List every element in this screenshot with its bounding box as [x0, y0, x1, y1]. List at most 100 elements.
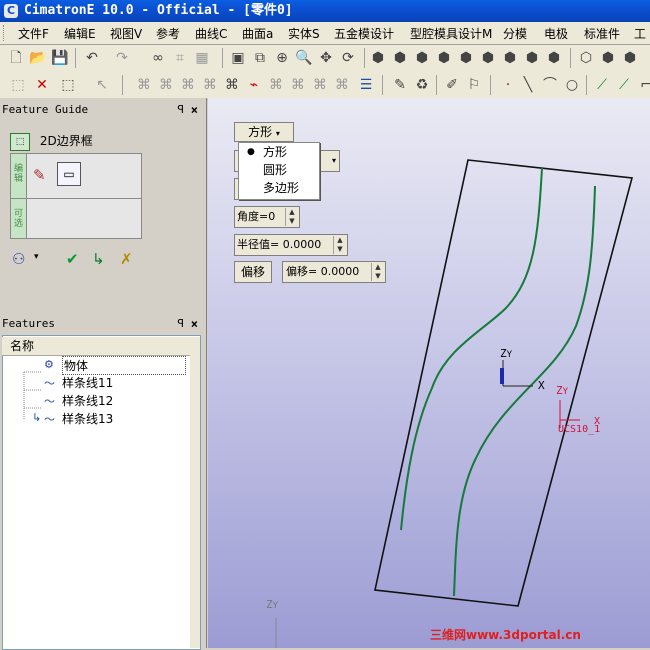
tree-item-spline-13[interactable]: 样条线13	[62, 410, 113, 427]
view-iso-icon[interactable]: ⬢	[368, 48, 388, 68]
filter-7-icon[interactable]: ⌘	[266, 75, 286, 95]
view-top-icon[interactable]: ⬢	[412, 48, 432, 68]
rotate-icon[interactable]: ⟳	[338, 48, 358, 68]
zoom-window-icon[interactable]: ⧉	[250, 48, 270, 68]
next-icon[interactable]: ↳	[92, 250, 105, 268]
filter-5-icon[interactable]: ⌘	[222, 75, 242, 95]
offset-spinner[interactable]: ▲ ▼	[371, 263, 384, 281]
check-icon[interactable]: ✔	[66, 250, 79, 268]
pin-icon[interactable]: ꟼ	[177, 101, 184, 119]
tree-item-spline-11[interactable]: 样条线11	[62, 374, 113, 391]
vertical-scrollbar[interactable]	[190, 337, 200, 648]
point-icon[interactable]: ·	[498, 75, 518, 95]
filter-6-icon[interactable]: ⌁	[244, 75, 264, 95]
radius-field[interactable]: 半径值= 0.0000 ▲ ▼	[234, 234, 348, 256]
pointer-icon[interactable]: ↖	[92, 75, 112, 95]
zoom-all-icon[interactable]: ▣	[228, 48, 248, 68]
close-icon[interactable]: ×	[191, 101, 198, 119]
menu-edit[interactable]: 编辑E	[64, 25, 96, 42]
menu-view[interactable]: 视图V	[110, 25, 142, 42]
filter-3-icon[interactable]: ⌘	[178, 75, 198, 95]
filter-8-icon[interactable]: ⌘	[288, 75, 308, 95]
view-user-icon[interactable]: ⬢	[544, 48, 564, 68]
spline-11[interactable]	[400, 167, 543, 531]
spline-icon[interactable]: ⟋	[592, 75, 612, 95]
view-right-icon[interactable]: ⬢	[434, 48, 454, 68]
menu-mold-design[interactable]: 型腔模具设计M	[410, 25, 492, 42]
new-icon[interactable]: 🗋	[6, 48, 26, 68]
filter-2-icon[interactable]: ⌘	[156, 75, 176, 95]
tree-item-body[interactable]: 物体	[62, 356, 186, 375]
apply-icon[interactable]: ⚇	[12, 250, 25, 268]
view-front-icon[interactable]: ⬢	[390, 48, 410, 68]
menu-surface[interactable]: 曲面a	[242, 25, 273, 42]
separator	[570, 48, 571, 68]
link-icon[interactable]: ∞	[148, 48, 168, 68]
option-circle[interactable]: 圆形	[239, 161, 319, 179]
graphics-viewport[interactable]: ZY X ZY X UCS10_1 ZY 方形 ▾ ▾ 角度=0 ▲ ▼ 半径值=…	[208, 98, 650, 648]
window-select-icon[interactable]: ▭	[57, 162, 81, 186]
tool-a-icon[interactable]: ✎	[390, 75, 410, 95]
menu-curve[interactable]: 曲线C	[195, 25, 227, 42]
option-polygon[interactable]: 多边形	[239, 179, 319, 197]
circle-icon[interactable]: ○	[562, 75, 582, 95]
menu-tools[interactable]: 工	[634, 25, 646, 42]
view-bottom-icon[interactable]: ⬢	[478, 48, 498, 68]
menu-solid[interactable]: 实体S	[288, 25, 320, 42]
flag-icon[interactable]: ⚐	[464, 75, 484, 95]
shape-dropdown[interactable]: 方形 ▾	[234, 122, 294, 142]
spline-12[interactable]	[453, 185, 596, 597]
pick-object-icon[interactable]: ✎	[33, 166, 46, 184]
hidden-icon[interactable]: ⬢	[620, 48, 640, 68]
rollback-marker-icon[interactable]: ↳	[32, 411, 41, 424]
feature-icon[interactable]: ⬚	[8, 75, 28, 95]
radius-spinner[interactable]: ▲ ▼	[333, 236, 346, 254]
menu-electrode[interactable]: 电极	[544, 25, 568, 42]
separator	[382, 75, 383, 95]
more-icon[interactable]: ⌐	[636, 75, 650, 95]
save-icon[interactable]: 💾	[50, 48, 70, 68]
open-icon[interactable]: 📂	[28, 48, 48, 68]
tree-item-spline-12[interactable]: 样条线12	[62, 392, 113, 409]
select-box-icon[interactable]: ⬚	[58, 75, 78, 95]
view-back-icon[interactable]: ⬢	[456, 48, 476, 68]
shaded-icon[interactable]: ⬢	[598, 48, 618, 68]
edit-icon[interactable]: ✐	[442, 75, 462, 95]
zoom-select-icon[interactable]: ⊕	[272, 48, 292, 68]
dropdown-arrow-icon[interactable]: ▾	[34, 252, 39, 262]
list-icon[interactable]: ☰	[356, 75, 376, 95]
menu-standard-parts[interactable]: 标准件	[584, 25, 620, 42]
group-icon[interactable]: ▦	[192, 48, 212, 68]
option-square[interactable]: ● 方形	[239, 143, 319, 161]
menu-sheetmetal[interactable]: 五金模设计	[334, 25, 394, 42]
pan-icon[interactable]: ✥	[316, 48, 336, 68]
close-icon[interactable]: ×	[191, 315, 198, 333]
view-custom-icon[interactable]: ⬢	[522, 48, 542, 68]
menu-reference[interactable]: 参考	[156, 25, 180, 42]
filter-4-icon[interactable]: ⌘	[200, 75, 220, 95]
filter-9-icon[interactable]: ⌘	[310, 75, 330, 95]
separator	[490, 75, 491, 95]
cancel-icon[interactable]: ✗	[120, 250, 133, 268]
angle-field[interactable]: 角度=0 ▲ ▼	[234, 206, 300, 228]
pin-icon[interactable]: ꟼ	[177, 315, 184, 333]
undo-icon[interactable]: ↶	[82, 48, 102, 68]
filter-10-icon[interactable]: ⌘	[332, 75, 352, 95]
offset-button[interactable]: 偏移	[234, 261, 272, 283]
filter-1-icon[interactable]: ⌘	[134, 75, 154, 95]
angle-spinner[interactable]: ▲ ▼	[285, 208, 298, 226]
arc-icon[interactable]: ⌒	[540, 75, 560, 95]
offset-field[interactable]: 偏移= 0.0000 ▲ ▼	[282, 261, 386, 283]
menu-file[interactable]: 文件F	[18, 25, 49, 42]
tool-b-icon[interactable]: ♻	[412, 75, 432, 95]
redo-icon[interactable]: ↷	[112, 48, 132, 68]
wireframe-icon[interactable]: ⬡	[576, 48, 596, 68]
delete-icon[interactable]: ✕	[32, 75, 52, 95]
sketch-icon[interactable]: ⌗	[170, 48, 190, 68]
curve-tool-icon[interactable]: ⟋	[614, 75, 634, 95]
view-left-icon[interactable]: ⬢	[500, 48, 520, 68]
zoom-icon[interactable]: 🔍	[294, 48, 314, 68]
feature-tree-column-header[interactable]: 名称	[2, 337, 197, 356]
line-icon[interactable]: ╲	[518, 75, 538, 95]
menu-parting[interactable]: 分模	[503, 25, 527, 42]
